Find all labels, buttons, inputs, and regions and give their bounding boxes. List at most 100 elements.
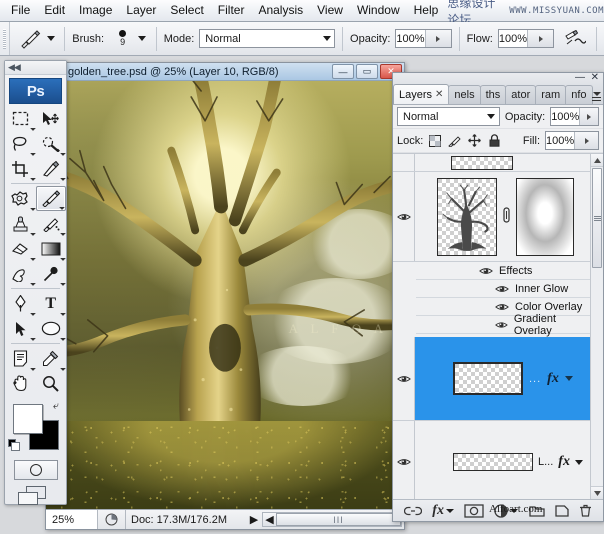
options-bar-grip[interactable] [0, 22, 10, 55]
layer-thumbnail[interactable] [451, 156, 513, 170]
effect-inner-glow[interactable]: Inner Glow [416, 280, 590, 298]
eye-icon[interactable] [479, 266, 493, 276]
layer-visibility-toggle[interactable] [393, 421, 415, 499]
layer-thumbnail[interactable] [437, 178, 497, 256]
history-brush-tool[interactable] [36, 211, 67, 236]
lock-all-icon[interactable] [488, 134, 501, 147]
ellipse-tool[interactable] [36, 316, 67, 341]
effect-gradient-overlay[interactable]: Gradient Overlay [416, 316, 590, 334]
minimize-button[interactable]: — [332, 64, 354, 79]
chevron-down-icon[interactable] [565, 376, 573, 381]
delete-layer-icon[interactable] [579, 504, 592, 517]
table-row[interactable] [393, 154, 603, 172]
scroll-left-arrow-icon[interactable]: ◀ [263, 513, 276, 526]
brush-tool-icon[interactable] [16, 27, 45, 51]
vertical-scrollbar[interactable] [590, 154, 603, 499]
tool-preset-chevron-down-icon[interactable] [45, 29, 58, 49]
eyedropper-tool[interactable] [36, 346, 67, 371]
move-tool[interactable] [36, 106, 67, 131]
screen-mode-icon[interactable] [16, 486, 56, 508]
zoom-tool[interactable] [36, 371, 67, 396]
layer-visibility-toggle[interactable] [393, 154, 415, 171]
document-preview-icon[interactable] [98, 510, 126, 529]
brush-picker-chevron-down-icon[interactable] [136, 29, 149, 49]
horizontal-scroll-thumb[interactable]: III [276, 513, 401, 526]
table-row[interactable]: ... fx [393, 337, 603, 421]
tab-paths[interactable]: ths [480, 85, 507, 104]
eye-icon[interactable] [495, 320, 508, 330]
new-group-icon[interactable] [529, 505, 545, 517]
table-row[interactable]: L... fx [393, 421, 603, 499]
lock-position-icon[interactable] [468, 134, 481, 147]
link-layers-icon[interactable] [404, 506, 422, 516]
brush-size-preview[interactable]: 9 [109, 26, 136, 52]
fill-input[interactable]: 100% [545, 131, 599, 150]
layer-visibility-toggle[interactable] [393, 172, 415, 261]
brush-tool[interactable] [36, 186, 67, 211]
default-colors-icon[interactable] [8, 439, 21, 452]
canvas-area[interactable]: A L F O A [46, 81, 404, 509]
hand-tool[interactable] [5, 371, 36, 396]
layer-name[interactable]: L... [538, 456, 553, 468]
tab-info[interactable]: nfo [565, 85, 592, 104]
panel-menu-icon[interactable] [592, 92, 601, 103]
scroll-up-arrow-icon[interactable] [591, 154, 603, 167]
layer-opacity-arrow-icon[interactable] [579, 108, 598, 125]
tab-navigator[interactable]: ator [505, 85, 536, 104]
layer-effects-fx-icon[interactable]: fx [547, 371, 559, 387]
opacity-slider-arrow-icon[interactable] [425, 30, 451, 47]
tab-layers[interactable]: Layers ✕ [393, 84, 449, 104]
tab-histogram[interactable]: ram [535, 85, 566, 104]
flow-slider-arrow-icon[interactable] [527, 30, 553, 47]
layer-opacity-input[interactable]: 100% [550, 107, 599, 126]
link-mask-icon[interactable] [502, 206, 511, 227]
maximize-button[interactable]: ▭ [356, 64, 378, 79]
layer-visibility-toggle[interactable] [393, 337, 415, 420]
pen-tool[interactable] [5, 291, 36, 316]
clone-stamp-tool[interactable] [5, 211, 36, 236]
lock-image-pixels-icon[interactable] [448, 134, 461, 147]
foreground-color-swatch[interactable] [13, 404, 43, 434]
lasso-tool[interactable] [5, 131, 36, 156]
eraser-tool[interactable] [5, 236, 36, 261]
menu-item-window[interactable]: Window [350, 1, 407, 20]
new-layer-icon[interactable] [555, 505, 569, 517]
vertical-scroll-thumb[interactable] [592, 168, 602, 268]
eye-icon[interactable] [495, 284, 509, 294]
flow-input[interactable]: 100% [498, 29, 554, 48]
layer-thumbnail[interactable] [453, 362, 523, 395]
fill-arrow-icon[interactable] [574, 132, 598, 149]
menu-item-edit[interactable]: Edit [37, 1, 72, 20]
swap-colors-icon[interactable]: ⤶ [53, 400, 59, 413]
crop-tool[interactable] [5, 156, 36, 181]
menu-item-analysis[interactable]: Analysis [251, 1, 310, 20]
menu-item-file[interactable]: File [4, 1, 37, 20]
effects-group-header[interactable]: Effects [416, 262, 590, 280]
type-tool[interactable]: T [36, 291, 67, 316]
menu-item-select[interactable]: Select [163, 1, 210, 20]
menu-item-filter[interactable]: Filter [211, 1, 252, 20]
status-expand-arrow-icon[interactable]: ▶ [246, 513, 262, 526]
airbrush-icon[interactable] [560, 27, 589, 51]
panel-close-button[interactable]: ✕ [591, 73, 599, 83]
add-layer-mask-icon[interactable] [464, 504, 484, 518]
quick-mask-icon[interactable] [14, 460, 58, 480]
new-fill-adjustment-icon[interactable] [494, 504, 518, 518]
path-selection-tool[interactable] [5, 316, 36, 341]
dodge-tool[interactable] [36, 261, 67, 286]
layer-blend-mode-select[interactable]: Normal [397, 107, 500, 126]
smudge-tool[interactable] [5, 261, 36, 286]
scroll-down-arrow-icon[interactable] [591, 486, 603, 499]
gradient-tool[interactable] [36, 236, 67, 261]
blend-mode-select[interactable]: Normal [199, 29, 335, 48]
lock-transparent-pixels-icon[interactable] [428, 134, 441, 147]
healing-brush-tool[interactable] [5, 186, 36, 211]
layer-mask-thumbnail[interactable] [516, 178, 574, 256]
zoom-level-input[interactable]: 25% [46, 510, 98, 529]
quick-selection-tool[interactable] [36, 131, 67, 156]
notes-tool[interactable] [5, 346, 36, 371]
tab-channels[interactable]: nels [448, 85, 480, 104]
menu-item-help[interactable]: Help [407, 1, 446, 20]
panel-minimize-button[interactable]: — [575, 73, 585, 83]
layer-thumbnail[interactable] [453, 453, 533, 471]
